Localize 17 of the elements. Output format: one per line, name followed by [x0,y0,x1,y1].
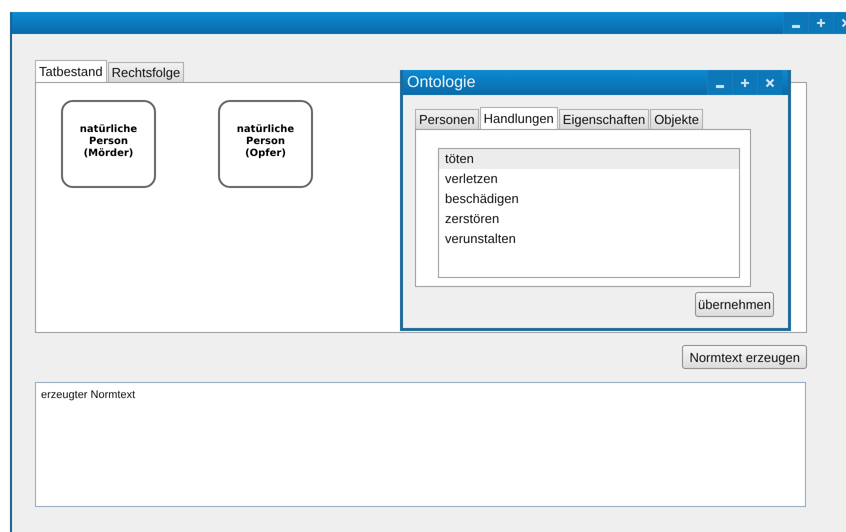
list-item[interactable]: töten [439,149,739,169]
tab[interactable]: Personen [415,109,479,129]
list-item[interactable]: beschädigen [439,189,739,209]
tab[interactable]: Eigenschaften [558,109,650,129]
list-item[interactable]: verletzen [439,169,739,189]
tab[interactable]: Handlungen [480,107,558,129]
list-item[interactable]: verunstalten [439,229,739,249]
apply-button[interactable]: übernehmen [695,292,774,317]
dialog-title: Ontologie [407,74,476,92]
generate-button[interactable]: Normtext erzeugen [682,345,807,369]
entity-node[interactable]: natürliche Person (Mörder) [61,100,156,188]
tab[interactable]: Rechtsfolge [108,62,184,82]
output-text-area[interactable]: erzeugter Normtext [35,382,806,507]
list-item[interactable]: zerstören [439,209,739,229]
tab[interactable]: Objekte [650,109,703,129]
entity-node[interactable]: natürliche Person (Opfer) [218,100,313,188]
tab[interactable]: Tatbestand [35,60,107,82]
